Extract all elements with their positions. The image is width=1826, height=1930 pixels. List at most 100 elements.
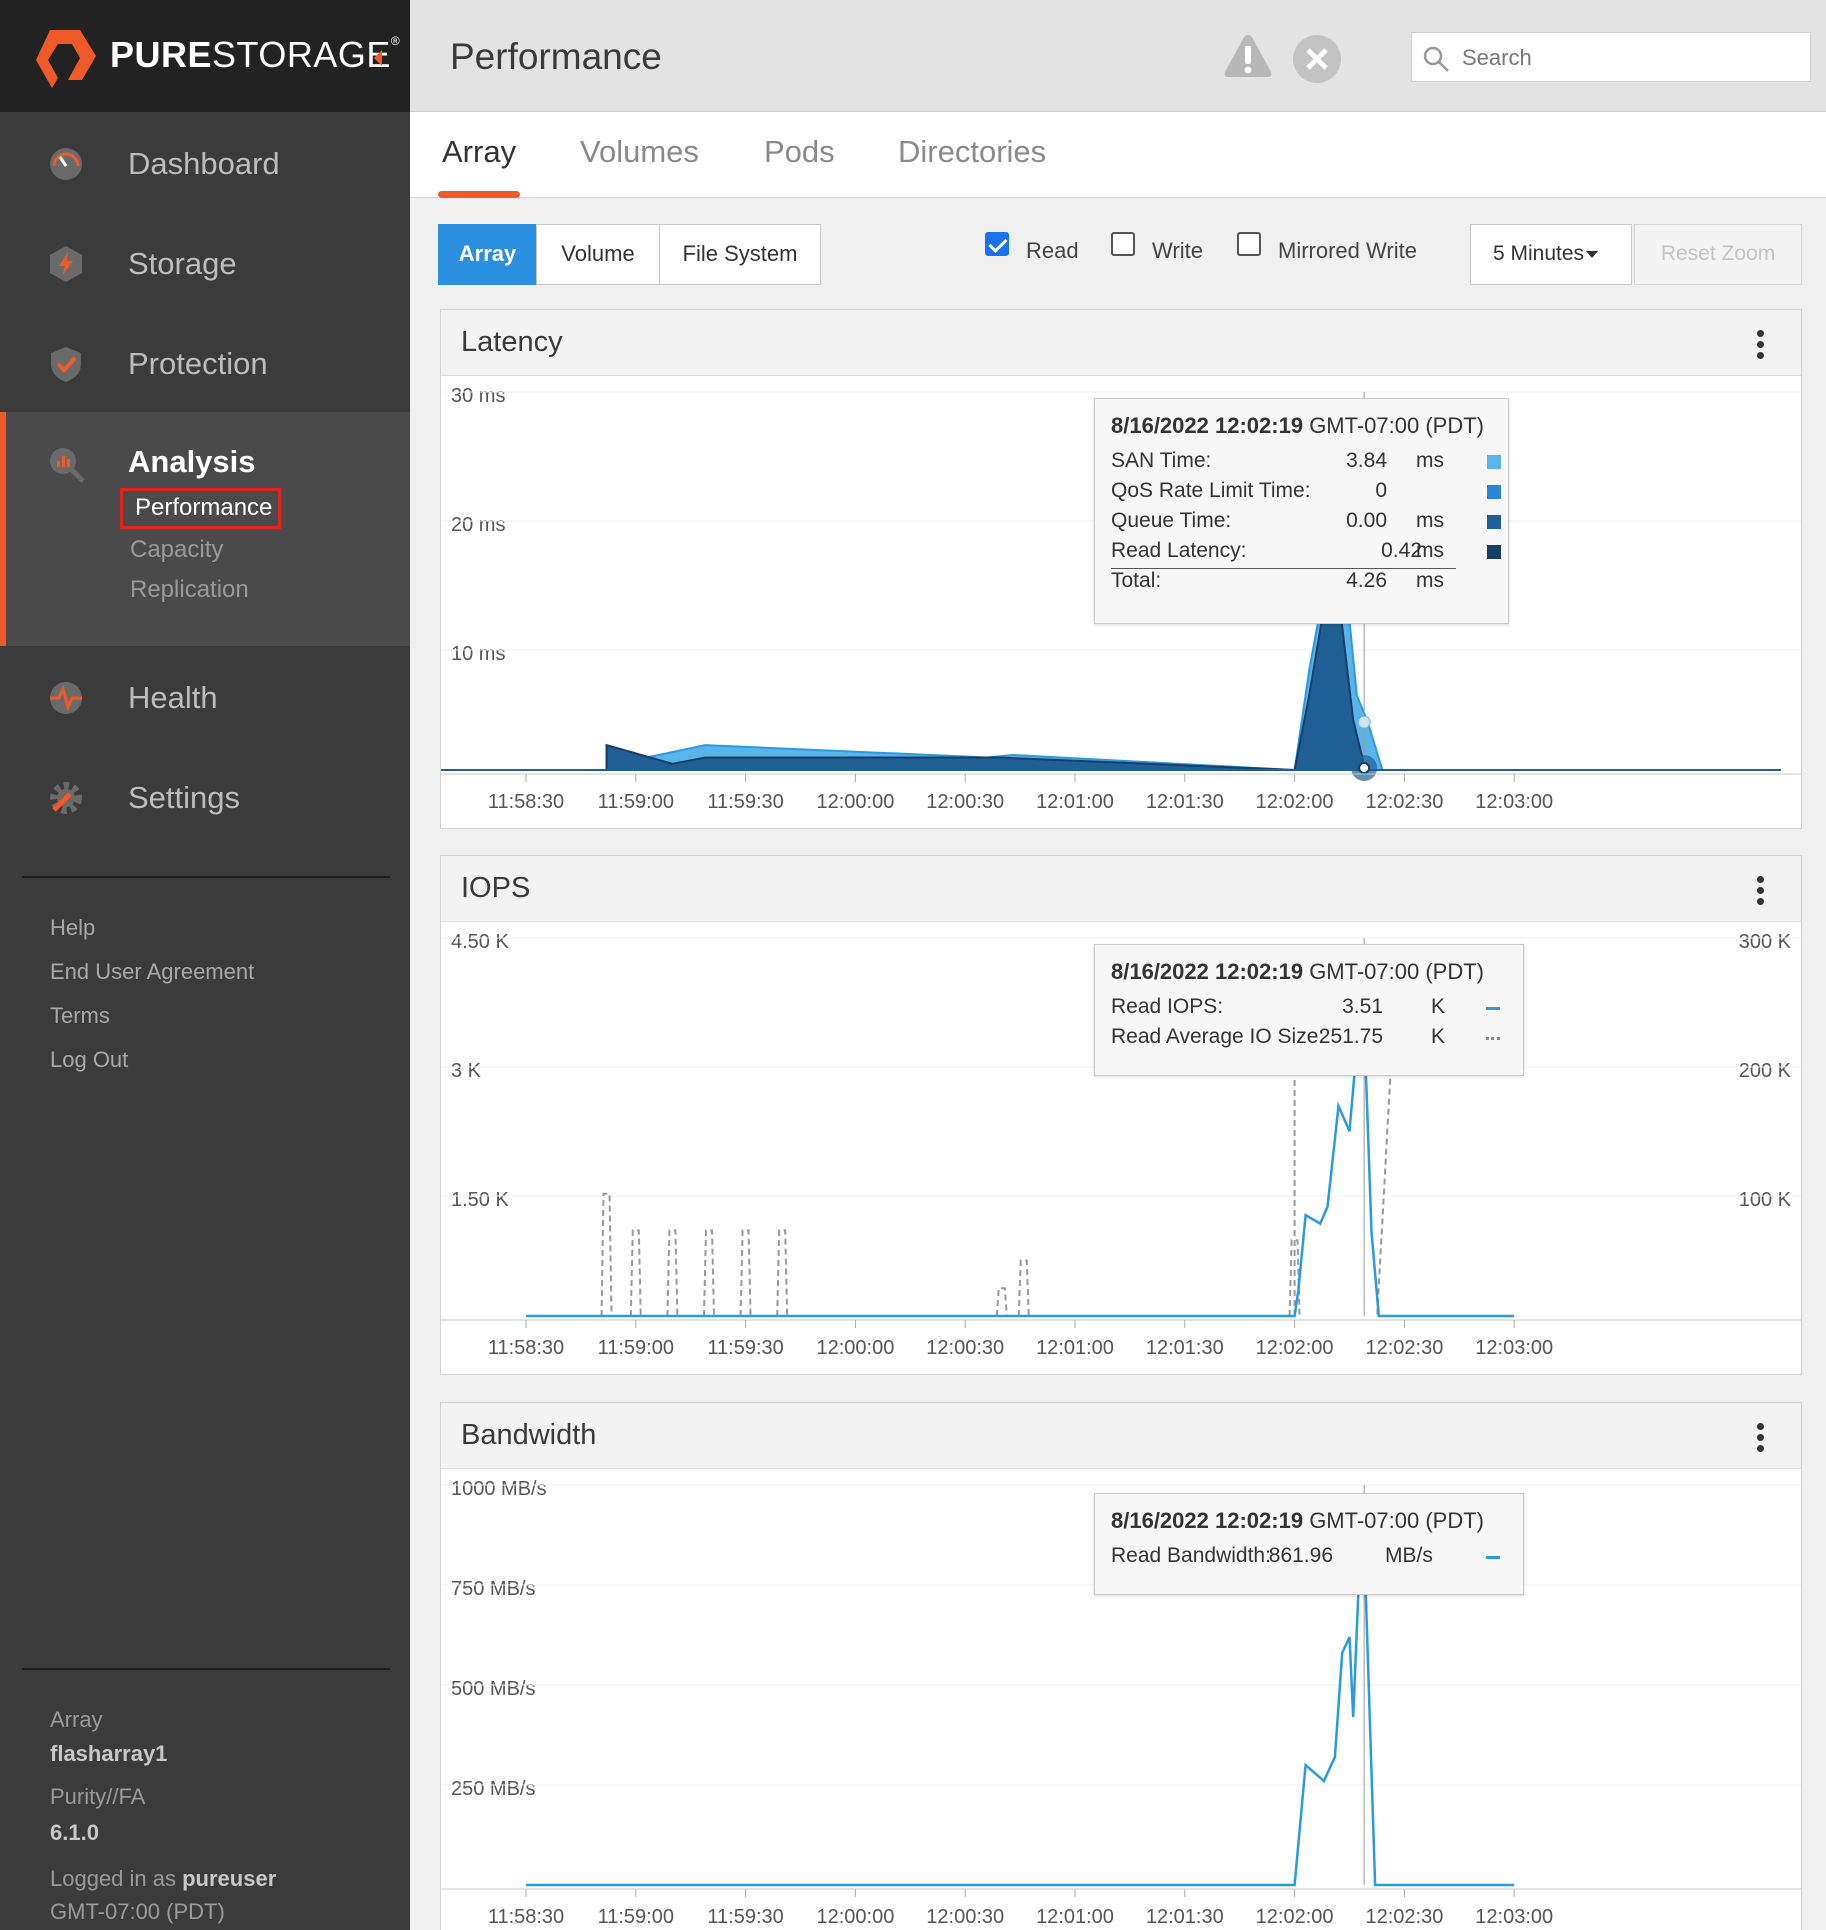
san-time-swatch — [1487, 455, 1501, 469]
bandwidth-panel: Bandwidth 1000 MB/s 750 MB/s 500 MB/s 25… — [440, 1402, 1802, 1930]
tab-pods[interactable]: Pods — [764, 134, 835, 198]
x-tick-label: 11:59:00 — [598, 1337, 674, 1359]
io-size-pulse — [600, 1192, 613, 1317]
x-tick-label: 12:03:00 — [1475, 791, 1553, 813]
y-tick-label: 10 ms — [451, 643, 505, 665]
y-tick-label: 1.50 K — [451, 1189, 509, 1211]
nav-settings[interactable]: Settings — [0, 746, 410, 846]
tab-volumes[interactable]: Volumes — [580, 134, 699, 198]
eula-link[interactable]: End User Agreement — [50, 959, 254, 985]
terms-link[interactable]: Terms — [50, 1003, 110, 1029]
x-tick-label: 12:01:30 — [1146, 791, 1224, 813]
x-tick-label: 12:00:00 — [816, 791, 894, 813]
nav-dashboard[interactable]: Dashboard — [0, 112, 410, 212]
io-size-pulse — [703, 1229, 715, 1317]
y-right-tick-label: 100 K — [1739, 1189, 1792, 1211]
mirrored-write-checkbox-label[interactable]: Mirrored Write — [1278, 238, 1417, 264]
io-size-pulse — [1017, 1259, 1030, 1317]
tab-directories[interactable]: Directories — [898, 134, 1046, 198]
read-checkbox-label[interactable]: Read — [1026, 238, 1079, 264]
x-tick-label: 12:02:30 — [1365, 1337, 1443, 1359]
dashboard-gauge-icon — [50, 148, 82, 180]
subnav-replication[interactable]: Replication — [130, 576, 249, 604]
purestorage-logo-icon — [36, 30, 96, 88]
bandwidth-menu-icon[interactable] — [1757, 1423, 1765, 1456]
page-title: Performance — [450, 36, 662, 77]
segment-volume[interactable]: Volume — [536, 224, 660, 285]
write-checkbox[interactable] — [1111, 232, 1135, 256]
nav-analysis[interactable]: Analysis Performance Capacity Replicatio… — [0, 412, 410, 646]
x-tick-label: 11:58:30 — [488, 1906, 564, 1928]
nav-protection[interactable]: Protection — [0, 312, 410, 412]
io-size-pulse — [666, 1229, 679, 1317]
nav-protection-label: Protection — [128, 346, 268, 381]
x-tick-label: 12:03:00 — [1475, 1906, 1553, 1928]
collapse-sidebar-icon[interactable] — [374, 50, 382, 66]
gear-icon — [50, 782, 82, 814]
logged-in-user: Logged in as pureuser — [50, 1866, 276, 1892]
io-size-pulse — [995, 1287, 1008, 1317]
bandwidth-x-axis: 11:58:30 11:59:00 11:59:30 12:00:00 12:00:30… — [441, 1888, 1801, 1928]
x-tick-label: 12:02:00 — [1256, 1906, 1334, 1928]
logged-in-prefix: Logged in as — [50, 1866, 183, 1891]
io-size-swatch — [1486, 1037, 1500, 1040]
tooltip-row: Read IOPS: 3.51 K — [1111, 995, 1507, 1025]
x-tick-label: 11:58:30 — [488, 1337, 564, 1359]
tooltip-row: Total: 4.26 ms — [1111, 569, 1444, 592]
x-tick-label: 12:00:30 — [926, 791, 1004, 813]
segment-array[interactable]: Array — [438, 224, 537, 285]
iops-panel-header: IOPS — [441, 856, 1801, 922]
iops-panel: IOPS 4.50 K 3 K 1.50 K 300 K 200 K 100 K… — [440, 855, 1802, 1375]
y-tick-label: 4.50 K — [451, 931, 509, 953]
write-checkbox-label[interactable]: Write — [1152, 238, 1203, 264]
bandwidth-title: Bandwidth — [461, 1419, 597, 1451]
tooltip-row: Read Latency: 0.42 ms — [1111, 539, 1501, 569]
logout-link[interactable]: Log Out — [50, 1047, 128, 1073]
latency-x-axis: 11:58:30 11:59:00 11:59:30 12:00:00 12:00:30… — [441, 773, 1801, 813]
sidebar: PURESTORAGE® Dashboard Storage Protectio… — [0, 0, 410, 1930]
x-tick-label: 12:00:00 — [816, 1337, 894, 1359]
purity-version: 6.1.0 — [50, 1820, 99, 1845]
search-icon — [1423, 46, 1449, 72]
time-range-dropdown[interactable]: 5 Minutes — [1470, 224, 1632, 285]
search-box[interactable] — [1411, 32, 1811, 82]
iops-menu-icon[interactable] — [1757, 876, 1765, 909]
x-tick-label: 12:01:00 — [1036, 1906, 1114, 1928]
tooltip-timestamp: 8/16/2022 12:02:19 GMT-07:00 (PDT) — [1111, 413, 1484, 438]
bandwidth-tooltip: 8/16/2022 12:02:19 GMT-07:00 (PDT) Read … — [1094, 1493, 1524, 1595]
y-tick-label: 500 MB/s — [451, 1678, 535, 1700]
tab-bar: Array Volumes Pods Directories — [410, 112, 1826, 198]
x-tick-label: 12:01:00 — [1036, 1337, 1114, 1359]
x-tick-label: 12:02:00 — [1256, 1337, 1334, 1359]
read-checkbox[interactable] — [985, 232, 1009, 256]
alert-warning-icon[interactable] — [1222, 32, 1274, 80]
nav-storage[interactable]: Storage — [0, 212, 410, 312]
close-circle-icon[interactable] — [1292, 34, 1342, 84]
reset-zoom-button[interactable]: Reset Zoom — [1634, 224, 1802, 285]
help-link[interactable]: Help — [50, 915, 95, 941]
sidebar-divider — [22, 876, 390, 878]
x-tick-label: 11:59:00 — [598, 791, 674, 813]
segment-file-system[interactable]: File System — [659, 224, 821, 285]
latency-title: Latency — [461, 326, 563, 358]
sidebar-divider — [22, 1668, 390, 1670]
x-tick-label: 12:02:30 — [1365, 1906, 1443, 1928]
mirrored-write-checkbox[interactable] — [1237, 232, 1261, 256]
header: Performance — [410, 0, 1826, 112]
array-name: flasharray1 — [50, 1741, 168, 1766]
x-tick-label: 12:00:30 — [926, 1906, 1004, 1928]
subnav-capacity[interactable]: Capacity — [130, 536, 223, 564]
nav-health-label: Health — [128, 680, 218, 715]
nav-analysis-label: Analysis — [128, 444, 256, 479]
iops-tooltip: 8/16/2022 12:02:19 GMT-07:00 (PDT) Read … — [1094, 944, 1524, 1076]
time-range-value: 5 Minutes — [1493, 242, 1585, 265]
tab-array[interactable]: Array — [437, 134, 521, 198]
nav-health[interactable]: Health — [0, 646, 410, 746]
tooltip-timestamp: 8/16/2022 12:02:19 GMT-07:00 (PDT) — [1111, 959, 1484, 984]
search-input[interactable] — [1462, 43, 1792, 73]
subnav-performance[interactable]: Performance — [120, 488, 282, 529]
io-size-pulse — [629, 1229, 642, 1317]
x-tick-label: 12:01:00 — [1036, 791, 1114, 813]
latency-menu-icon[interactable] — [1757, 330, 1765, 363]
x-tick-label: 11:59:00 — [598, 1906, 674, 1928]
